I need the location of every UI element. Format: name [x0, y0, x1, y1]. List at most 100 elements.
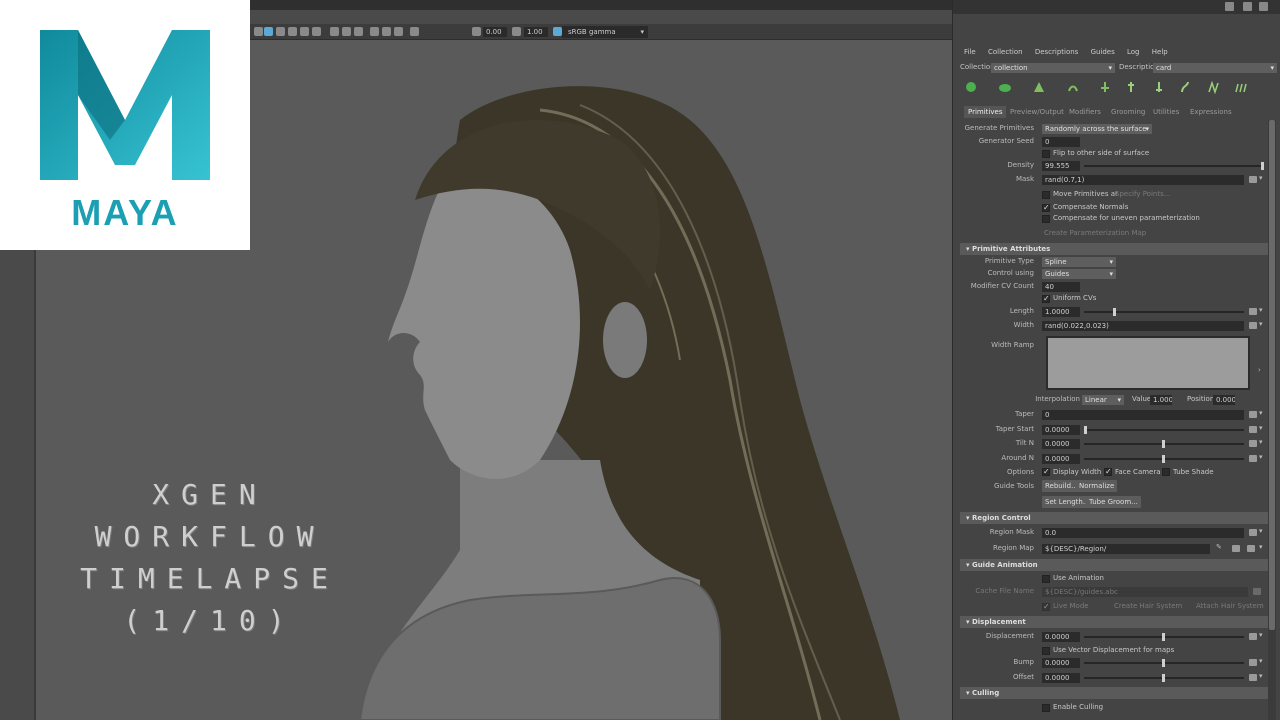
compensate-normals-checkbox[interactable] — [1042, 203, 1050, 212]
mask-map-icon[interactable] — [1249, 176, 1257, 183]
bend-guide-icon[interactable] — [1178, 80, 1192, 94]
tilt-n-map-icon[interactable] — [1249, 440, 1257, 447]
uniform-cvs-checkbox[interactable] — [1042, 294, 1050, 303]
move-guides-icon[interactable] — [1098, 80, 1112, 94]
shaded-icon[interactable] — [276, 27, 285, 36]
length-field[interactable]: 1.0000 — [1042, 307, 1080, 317]
rebuild-button[interactable]: Rebuild... — [1042, 480, 1081, 492]
create-param-map-button[interactable]: Create Parameterization Map — [1044, 228, 1146, 239]
xray-icon[interactable] — [382, 27, 391, 36]
panel-scrollbar[interactable] — [1268, 120, 1276, 720]
tab-modifiers[interactable]: Modifiers — [1069, 106, 1101, 118]
length-menu-arrow-icon[interactable]: ▾ — [1259, 306, 1263, 314]
shadows-icon[interactable] — [312, 27, 321, 36]
exposure-field[interactable]: 0.00 — [483, 27, 507, 37]
layout-icon[interactable] — [1243, 2, 1252, 11]
section-culling[interactable]: ▾ Culling — [960, 687, 1270, 699]
displacement-map-icon[interactable] — [1249, 633, 1257, 640]
ramp-position-field[interactable]: 0.000 — [1213, 395, 1235, 405]
region-map-field[interactable]: ${DESC}/Region/ — [1042, 544, 1210, 554]
folder-icon[interactable] — [1247, 545, 1255, 552]
motion-blur-icon[interactable] — [342, 27, 351, 36]
tube-shade-checkbox[interactable] — [1162, 468, 1170, 476]
region-map-menu-arrow-icon[interactable]: ▾ — [1259, 543, 1263, 551]
primitive-type-dropdown[interactable]: Spline — [1042, 257, 1116, 267]
gamma-field[interactable]: 1.00 — [524, 27, 548, 37]
grid-icon[interactable] — [264, 27, 273, 36]
length-slider[interactable] — [1084, 311, 1244, 313]
density-slider[interactable] — [1084, 165, 1264, 167]
tab-preview-output[interactable]: Preview/Output — [1010, 106, 1064, 118]
bump-slider-knob[interactable] — [1162, 659, 1165, 667]
taper-menu-arrow-icon[interactable]: ▾ — [1259, 409, 1263, 417]
compensate-uneven-checkbox[interactable] — [1042, 215, 1050, 223]
section-guide-animation[interactable]: ▾ Guide Animation — [960, 559, 1270, 571]
menu-file[interactable]: File — [964, 48, 976, 56]
taper-start-map-icon[interactable] — [1249, 426, 1257, 433]
cache-file-name-field[interactable]: ${DESC}/guides.abc — [1042, 587, 1248, 597]
bump-menu-arrow-icon[interactable]: ▾ — [1259, 657, 1263, 665]
taper-start-slider[interactable] — [1084, 429, 1244, 431]
collection-dropdown[interactable]: collection — [991, 63, 1115, 73]
ramp-expand-icon[interactable]: › — [1258, 366, 1261, 374]
menu-log[interactable]: Log — [1127, 48, 1140, 56]
around-n-slider-knob[interactable] — [1162, 455, 1165, 463]
gamma-icon[interactable] — [512, 27, 521, 36]
taper-start-slider-knob[interactable] — [1084, 426, 1087, 434]
interpolation-dropdown[interactable]: Linear — [1082, 395, 1124, 405]
displacement-slider-knob[interactable] — [1162, 633, 1165, 641]
around-n-field[interactable]: 0.0000 — [1042, 454, 1080, 464]
guides-to-curves-icon[interactable] — [1234, 80, 1248, 94]
color-management-icon[interactable] — [553, 27, 562, 36]
antialias-icon[interactable] — [354, 27, 363, 36]
offset-map-icon[interactable] — [1249, 674, 1257, 681]
attach-hair-system-button[interactable]: Attach Hair System — [1196, 601, 1264, 612]
normalize-button[interactable]: Normalize — [1076, 480, 1118, 492]
vector-displacement-checkbox[interactable] — [1042, 647, 1050, 655]
region-mask-field[interactable]: 0.0 — [1042, 528, 1244, 538]
taper-field[interactable]: 0 — [1042, 410, 1244, 420]
cache-file-folder-icon[interactable] — [1253, 588, 1261, 595]
xray-joints-icon[interactable] — [394, 27, 403, 36]
color-space-dropdown[interactable]: sRGB gamma ▾ — [562, 26, 648, 38]
face-camera-checkbox[interactable] — [1104, 467, 1112, 476]
around-n-map-icon[interactable] — [1249, 455, 1257, 462]
section-primitive-attributes[interactable]: ▾ Primitive Attributes — [960, 243, 1270, 255]
menu-descriptions[interactable]: Descriptions — [1035, 48, 1079, 56]
live-mode-checkbox[interactable] — [1042, 602, 1050, 611]
around-n-menu-arrow-icon[interactable]: ▾ — [1259, 453, 1263, 461]
tilt-n-menu-arrow-icon[interactable]: ▾ — [1259, 438, 1263, 446]
set-length-button[interactable]: Set Length... — [1042, 496, 1093, 508]
save-map-icon[interactable] — [1232, 545, 1240, 552]
taper-map-icon[interactable] — [1249, 411, 1257, 418]
specify-points-button[interactable]: Specify Points... — [1115, 189, 1170, 200]
isolate-icon[interactable] — [370, 27, 379, 36]
import-description-icon[interactable] — [998, 80, 1012, 94]
length-map-icon[interactable] — [1249, 308, 1257, 315]
bump-map-icon[interactable] — [1249, 659, 1257, 666]
create-hair-system-button[interactable]: Create Hair System — [1114, 601, 1182, 612]
cube-icon[interactable] — [1225, 2, 1234, 11]
generate-primitives-dropdown[interactable]: Randomly across the surface — [1042, 124, 1152, 134]
panel-scrollbar-thumb[interactable] — [1269, 120, 1275, 630]
displacement-field[interactable]: 0.0000 — [1042, 632, 1080, 642]
menu-help[interactable]: Help — [1152, 48, 1168, 56]
display-width-checkbox[interactable] — [1042, 467, 1050, 476]
create-description-icon[interactable] — [964, 80, 978, 94]
enable-culling-checkbox[interactable] — [1042, 704, 1050, 712]
move-primitives-checkbox[interactable] — [1042, 191, 1050, 199]
wireframe-icon[interactable] — [410, 27, 419, 36]
use-animation-checkbox[interactable] — [1042, 575, 1050, 583]
section-displacement[interactable]: ▾ Displacement — [960, 616, 1270, 628]
flip-checkbox[interactable] — [1042, 150, 1050, 158]
texture-icon[interactable] — [288, 27, 297, 36]
width-field[interactable]: rand(0.022,0.023) — [1042, 321, 1244, 331]
bump-field[interactable]: 0.0000 — [1042, 658, 1080, 668]
taper-start-menu-arrow-icon[interactable]: ▾ — [1259, 424, 1263, 432]
displacement-menu-arrow-icon[interactable]: ▾ — [1259, 631, 1263, 639]
select-guides-icon[interactable] — [1066, 80, 1080, 94]
add-guides-icon[interactable] — [1032, 80, 1046, 94]
region-mask-map-icon[interactable] — [1249, 529, 1257, 536]
tab-utilities[interactable]: Utilities — [1153, 106, 1179, 118]
guide-length-icon[interactable] — [1124, 80, 1138, 94]
